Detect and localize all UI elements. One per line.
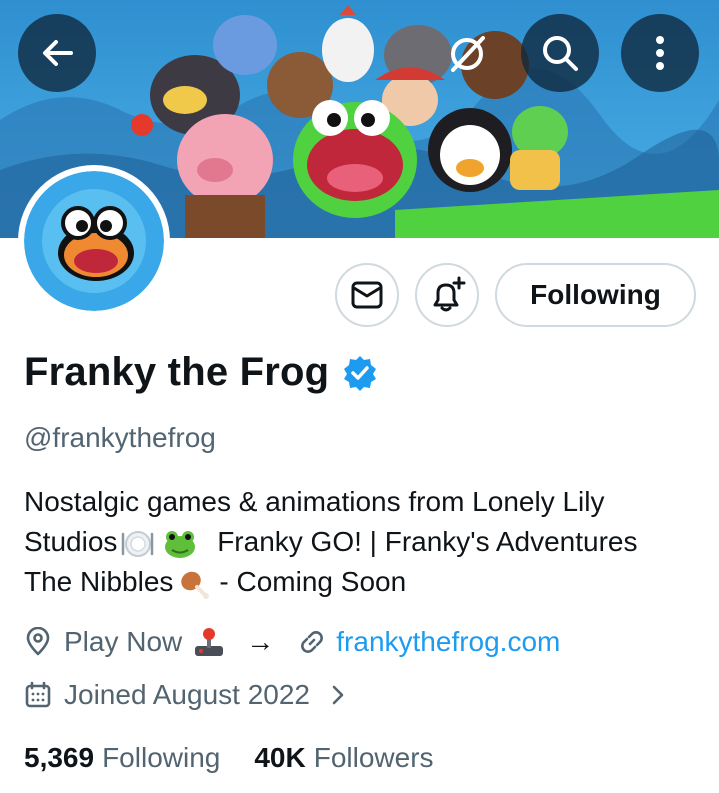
location-text: Play Now [64,626,183,657]
back-button[interactable] [18,14,96,92]
drumstick-emoji-icon [181,571,210,599]
followers-stat[interactable]: 40K Followers [254,742,433,774]
calendar-icon [25,681,51,708]
joined-text: Joined August 2022 [64,679,310,710]
search-icon [543,36,578,71]
avatar[interactable] [18,165,170,317]
following-count: 5,369 [24,742,95,773]
bio-line: Studios Franky GO! | Franky's Adventures [24,522,704,562]
name-row: Franky the Frog [24,350,379,395]
link-icon [301,631,324,653]
bio-text: Studios [24,526,118,557]
followers-label: Followers [313,742,434,773]
following-stat[interactable]: 5,369 Following [24,742,220,774]
bio-text: Franky GO! | Franky's Adventures [217,526,638,557]
arrow-text: → [246,626,275,657]
handle: @frankythefrog [24,422,216,453]
website-link[interactable]: frankythefrog.com [336,626,560,658]
bio: Nostalgic games & animations from Lonely… [24,482,704,602]
chevron-right-icon [332,685,344,705]
bio-text: The Nibbles [24,566,174,597]
plate-emoji-icon [122,530,154,557]
notify-button[interactable] [415,263,479,327]
followers-count: 40K [254,742,306,773]
envelope-icon [351,281,383,309]
follow-stats: 5,369 Following 40K Followers [24,742,434,774]
more-vertical-icon [656,36,664,70]
message-button[interactable] [335,263,399,327]
frog-emoji-icon [165,530,196,558]
grok-icon[interactable] [443,30,491,78]
meta-row-location: Play Now → frankythefrog.com [24,626,560,658]
search-button[interactable] [521,14,599,92]
back-arrow-icon [43,40,73,66]
bell-plus-icon [433,276,466,312]
joystick-emoji-icon [195,628,224,656]
following-label: Following [102,742,221,773]
meta-row-joined[interactable]: Joined August 2022 [24,679,348,711]
more-button[interactable] [621,14,699,92]
location-pin-icon [26,627,50,656]
verified-badge-icon[interactable] [341,354,379,392]
display-name: Franky the Frog [24,350,330,394]
following-button[interactable]: Following [495,263,696,327]
bio-line: Nostalgic games & animations from Lonely… [24,486,605,517]
bio-line: The Nibbles - Coming Soon [24,562,704,602]
bio-text: - Coming Soon [219,566,407,597]
